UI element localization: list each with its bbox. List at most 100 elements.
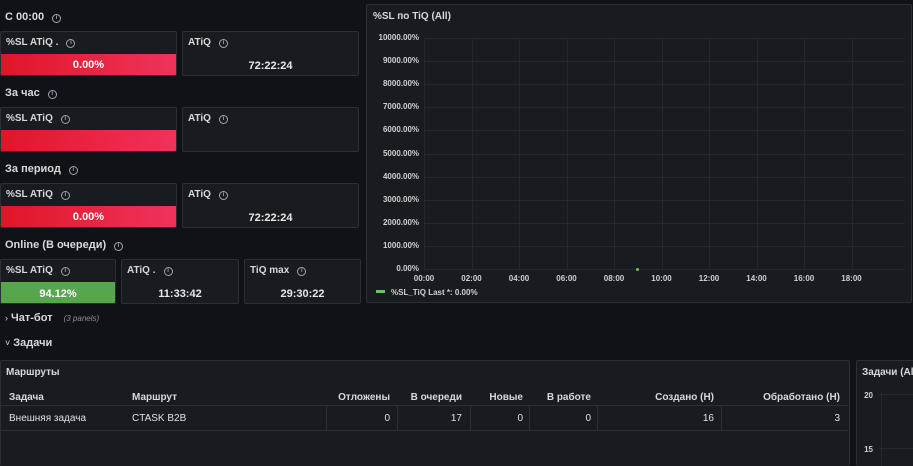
info-icon[interactable]: i	[218, 191, 228, 200]
stat-value: 11:33:42	[158, 288, 202, 300]
stat-value: 72:22:24	[248, 60, 293, 72]
column-header[interactable]: Отложены	[338, 392, 390, 403]
grid-line	[614, 38, 615, 270]
grid-line	[879, 394, 913, 395]
panel-title: Маршруты	[6, 367, 60, 378]
y-tick-label: 6000.00%	[382, 125, 419, 135]
x-tick-label: 10:00	[651, 274, 672, 283]
info-icon[interactable]: i	[47, 90, 57, 99]
panel-title: %SL ATiQ .i	[6, 37, 76, 48]
panel-title: ATiQ i	[188, 189, 228, 200]
status-bar-red	[1, 130, 176, 151]
grid-line	[424, 176, 905, 178]
row-title: За час	[5, 87, 40, 99]
x-tick-label: 00:00	[413, 274, 435, 283]
table-cell: Внешняя задача	[9, 413, 87, 424]
info-icon[interactable]: i	[218, 39, 228, 48]
x-tick-label: 08:00	[603, 274, 625, 283]
stat-value: 94.12%	[39, 288, 77, 300]
data-point[interactable]	[636, 267, 640, 271]
grid-line	[851, 38, 853, 270]
grid-line	[424, 84, 905, 86]
column-header[interactable]: Задача	[9, 392, 44, 403]
y-tick-label: 20	[864, 391, 873, 400]
info-icon[interactable]: i	[60, 115, 70, 124]
panel-title: %SL ATiQ i	[6, 265, 70, 276]
info-icon[interactable]: i	[68, 166, 78, 175]
info-icon[interactable]: i	[60, 191, 70, 200]
table-cell: CTASK B2B	[132, 413, 187, 424]
y-tick-label: 1000.00%	[382, 240, 419, 250]
stat-value: 29:30:22	[280, 288, 325, 300]
y-tick-label: 9000.00%	[382, 56, 419, 66]
chart-title: %SL по TiQ (All)	[373, 11, 451, 22]
y-tick-label: 3000.00%	[382, 194, 419, 204]
row-online[interactable]: Online (В очереди) i	[5, 239, 124, 251]
column-header[interactable]: Маршрут	[132, 392, 177, 403]
column-header[interactable]: Создано (Н)	[655, 392, 714, 403]
grid-line	[424, 269, 905, 270]
y-tick-label: 8000.00%	[382, 79, 419, 89]
stat-panel-atiq-4: ATiQ .i 11:33:42	[121, 259, 239, 304]
table-cell: 17	[450, 413, 462, 424]
stat-value: 0.00%	[72, 211, 105, 223]
column-separator	[529, 406, 530, 430]
y-tick-label: 7000.00%	[382, 102, 419, 112]
panel-title: %SL ATiQ i	[6, 113, 70, 124]
grid-line	[471, 38, 473, 270]
y-tick-label: 5000.00%	[382, 148, 419, 158]
info-icon[interactable]: i	[163, 267, 173, 276]
column-header[interactable]: В очереди	[411, 392, 462, 403]
stat-panel-tiq-max: TiQ max i 29:30:22	[244, 259, 361, 304]
panel-title: %SL ATiQ i	[6, 189, 70, 200]
stat-value: 0.00%	[72, 59, 105, 71]
column-header[interactable]: Новые	[489, 392, 523, 403]
grid-line	[424, 38, 425, 270]
row-title: Чат-бот	[11, 312, 53, 324]
panel-title: TiQ max i	[250, 265, 307, 276]
grid-line	[881, 391, 882, 466]
grid-line	[566, 38, 568, 270]
grid-line	[661, 38, 663, 270]
chevron-down-icon: ˅	[5, 338, 11, 348]
column-header[interactable]: В работе	[547, 392, 591, 403]
y-tick-label: 2000.00%	[382, 217, 419, 227]
panel-title: ATiQ i	[188, 113, 228, 124]
grid-line	[424, 107, 905, 109]
column-header[interactable]: Обработано (Н)	[763, 392, 840, 403]
info-icon[interactable]: i	[52, 14, 62, 23]
grid-line	[804, 38, 805, 270]
grid-line	[424, 38, 905, 39]
row-title: За период	[5, 163, 61, 175]
panel-title: ATiQ .i	[127, 265, 173, 276]
stat-panel-atiq-1: ATiQ i 72:22:24	[182, 31, 359, 76]
chevron-right-icon: ›	[5, 313, 8, 323]
info-icon[interactable]: i	[66, 39, 76, 48]
grid-line	[424, 153, 905, 155]
panel-count: (3 panels)	[63, 314, 100, 323]
grid-line	[424, 245, 905, 247]
info-icon[interactable]: i	[297, 267, 307, 276]
chart-legend[interactable]: %SL_TiQ Last *: 0.00%	[376, 288, 478, 297]
info-icon[interactable]: i	[114, 242, 124, 251]
stat-panel-sl-atiq-4: %SL ATiQ i 94.12%	[0, 259, 116, 304]
column-separator	[326, 406, 327, 430]
y-tick-label: 15	[864, 445, 873, 454]
panel-title: Задачи (All	[862, 367, 913, 378]
x-tick-label: 06:00	[556, 274, 577, 283]
x-tick-label: 02:00	[461, 274, 482, 283]
row-chatbot[interactable]: › Чат-бот (3 panels)	[5, 312, 99, 324]
x-tick-label: 12:00	[698, 274, 720, 283]
table-cell: 16	[702, 413, 714, 424]
info-icon[interactable]: i	[60, 267, 70, 276]
table-cell: 0	[384, 413, 390, 424]
row-tasks[interactable]: ˅ Задачи	[5, 337, 52, 349]
info-icon[interactable]: i	[218, 115, 228, 124]
row-since-midnight[interactable]: С 00:00 i	[5, 11, 62, 23]
row-per-period[interactable]: За период i	[5, 163, 78, 175]
grid-line	[424, 61, 905, 63]
x-tick-label: 14:00	[746, 274, 767, 283]
legend-swatch	[376, 290, 385, 293]
row-per-hour[interactable]: За час i	[5, 87, 57, 99]
grid-line	[709, 38, 710, 270]
